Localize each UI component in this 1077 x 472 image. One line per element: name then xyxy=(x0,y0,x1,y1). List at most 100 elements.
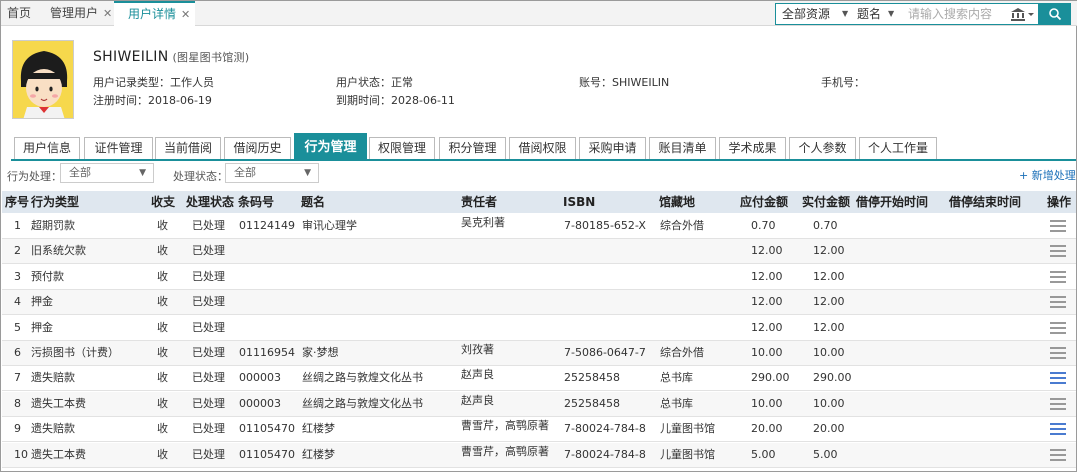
tab-borrow-rights[interactable]: 借阅权限 xyxy=(509,137,576,160)
hamburger-menu-icon[interactable] xyxy=(1050,321,1066,334)
cell-io: 收 xyxy=(157,422,168,436)
account-value: SHIWEILIN xyxy=(612,76,670,89)
table-row[interactable]: 6 污损图书（计费） 收 已处理 01116954 家·梦想 刘孜著 7-5086-0647-… xyxy=(2,341,1076,366)
avatar xyxy=(12,40,74,119)
add-process-button[interactable]: + 新增处理 xyxy=(1019,167,1076,183)
cell-no: 8 xyxy=(14,396,21,410)
search-icon xyxy=(1049,8,1062,21)
status-filter-select[interactable]: 全部 ▼ xyxy=(225,163,319,183)
table-row[interactable]: 1 超期罚款 收 已处理 01124149 审讯心理学 吴克利著 7-80185-652-X 综… xyxy=(2,214,1076,239)
cell-type: 遗失工本费 xyxy=(31,396,86,410)
hamburger-menu-icon[interactable] xyxy=(1050,397,1066,410)
cell-barcode: 000003 xyxy=(239,396,281,410)
tab-home[interactable]: 首页 xyxy=(7,1,31,26)
table-row[interactable]: 8 遗失工本费 收 已处理 000003 丝绸之路与敦煌文化丛书 赵声良 25258458 总书… xyxy=(2,391,1076,417)
cell-location: 总书库 xyxy=(660,371,693,385)
tab-user-info[interactable]: 用户信息 xyxy=(14,137,80,160)
hamburger-menu-icon[interactable] xyxy=(1050,372,1066,385)
cell-no: 4 xyxy=(14,295,21,309)
expire-date-label: 到期时间： xyxy=(336,94,391,107)
hamburger-menu-icon[interactable] xyxy=(1050,347,1066,359)
tab-user-detail[interactable]: 用户详情 ✕ xyxy=(114,1,195,26)
account-label: 账号： xyxy=(579,76,612,89)
cell-location: 总书库 xyxy=(660,396,693,410)
tab-current-borrow[interactable]: 当前借阅 xyxy=(155,137,221,160)
cell-author: 吴克利著 xyxy=(461,216,505,229)
cell-state: 已处理 xyxy=(192,244,225,258)
tab-purchase[interactable]: 采购申请 xyxy=(579,137,646,160)
hamburger-menu-icon[interactable] xyxy=(1050,245,1066,258)
col-due: 应付金额 xyxy=(740,195,789,209)
phone-field: 手机号： xyxy=(821,74,865,90)
tab-academic[interactable]: 学术成果 xyxy=(719,137,786,160)
cell-state: 已处理 xyxy=(192,320,225,334)
expire-date-field: 到期时间：2028-06-11 xyxy=(336,92,455,108)
table-row[interactable]: 5 押金 收 已处理 12.00 12.00 xyxy=(2,316,1076,341)
close-icon[interactable]: ✕ xyxy=(181,8,190,21)
cell-io: 收 xyxy=(157,320,168,334)
cell-title: 审讯心理学 xyxy=(302,219,357,232)
hamburger-menu-icon[interactable] xyxy=(1050,296,1066,309)
cell-due: 12.00 xyxy=(751,295,783,309)
tab-permissions[interactable]: 权限管理 xyxy=(369,137,435,160)
table-row[interactable]: 10 遗失工本费 收 已处理 01105470 红楼梦 曹雪芹，高鹗原著 7-80024-78… xyxy=(2,442,1076,468)
table-row[interactable]: 2 旧系统欠款 收 已处理 12.00 12.00 xyxy=(2,239,1076,265)
cell-title: 红楼梦 xyxy=(302,422,335,436)
cell-io: 收 xyxy=(157,346,168,359)
cell-type: 预付款 xyxy=(31,269,64,283)
col-type: 行为类型 xyxy=(31,195,80,209)
cell-barcode: 01105470 xyxy=(239,422,295,436)
cell-type: 超期罚款 xyxy=(31,219,75,232)
search-button[interactable] xyxy=(1039,3,1071,25)
top-tab-bar: 首页 管理用户 ✕ 用户详情 ✕ 全部资源 ▼ 题名 ▼ 请输入搜索内容 xyxy=(1,1,1077,26)
table-row[interactable]: 7 遗失赔款 收 已处理 000003 丝绸之路与敦煌文化丛书 赵声良 25258458 总书库… xyxy=(2,366,1076,392)
library-icon[interactable] xyxy=(1010,7,1036,24)
cell-author: 曹雪芹，高鹗原著 xyxy=(461,444,549,458)
col-no: 序号 xyxy=(5,195,30,209)
chevron-down-icon[interactable]: ▼ xyxy=(842,4,848,24)
cell-type: 遗失赔款 xyxy=(31,422,75,436)
search-field-select[interactable]: 题名 xyxy=(857,4,881,24)
search-box: 全部资源 ▼ 题名 ▼ 请输入搜索内容 xyxy=(775,3,1039,25)
tab-points[interactable]: 积分管理 xyxy=(439,137,506,160)
hamburger-menu-icon[interactable] xyxy=(1050,423,1066,436)
user-status-value: 正常 xyxy=(391,76,413,89)
tab-manage-users-label: 管理用户 xyxy=(50,6,99,20)
cell-location: 综合外借 xyxy=(660,346,704,359)
user-name: SHIWEILIN (图星图书馆测) xyxy=(93,49,249,65)
cell-paid: 290.00 xyxy=(813,371,852,385)
cell-no: 2 xyxy=(14,244,21,258)
register-date-field: 注册时间：2018-06-19 xyxy=(93,92,212,108)
hamburger-menu-icon[interactable] xyxy=(1050,448,1066,461)
process-filter-label: 行为处理： xyxy=(7,170,62,183)
user-org: (图星图书馆测) xyxy=(172,51,250,64)
cell-state: 已处理 xyxy=(192,371,225,385)
table-row[interactable]: 4 押金 收 已处理 12.00 12.00 xyxy=(2,290,1076,316)
tab-workload[interactable]: 个人工作量 xyxy=(859,137,937,160)
search-input[interactable]: 请输入搜索内容 xyxy=(908,4,992,24)
hamburger-menu-icon[interactable] xyxy=(1050,270,1066,283)
tab-manage-users[interactable]: 管理用户 ✕ xyxy=(50,1,112,26)
process-filter-select[interactable]: 全部 ▼ xyxy=(60,163,154,183)
cell-state: 已处理 xyxy=(192,447,225,461)
tab-params[interactable]: 个人参数 xyxy=(789,137,856,160)
cell-author: 刘孜著 xyxy=(461,343,494,356)
tab-borrow-history[interactable]: 借阅历史 xyxy=(224,137,291,160)
col-location: 馆藏地 xyxy=(659,195,696,209)
tab-certificate[interactable]: 证件管理 xyxy=(84,137,153,160)
cell-location: 儿童图书馆 xyxy=(660,422,715,436)
cell-due: 12.00 xyxy=(751,269,783,283)
col-actions: 操作 xyxy=(1047,195,1072,209)
status-filter-label: 处理状态： xyxy=(173,170,228,183)
search-scope-select[interactable]: 全部资源 xyxy=(782,4,830,24)
tab-behavior[interactable]: 行为管理 xyxy=(294,133,367,160)
hamburger-menu-icon[interactable] xyxy=(1050,220,1066,232)
tab-accounts[interactable]: 账目清单 xyxy=(649,137,716,160)
close-icon[interactable]: ✕ xyxy=(103,7,112,20)
chevron-down-icon[interactable]: ▼ xyxy=(888,4,894,24)
col-suspend-end: 借停结束时间 xyxy=(949,195,1022,209)
process-filter-value: 全部 xyxy=(69,166,91,179)
cell-type: 旧系统欠款 xyxy=(31,244,86,258)
table-row[interactable]: 9 遗失赔款 收 已处理 01105470 红楼梦 曹雪芹，高鹗原著 7-80024-784-… xyxy=(2,417,1076,443)
table-row[interactable]: 3 预付款 收 已处理 12.00 12.00 xyxy=(2,265,1076,290)
